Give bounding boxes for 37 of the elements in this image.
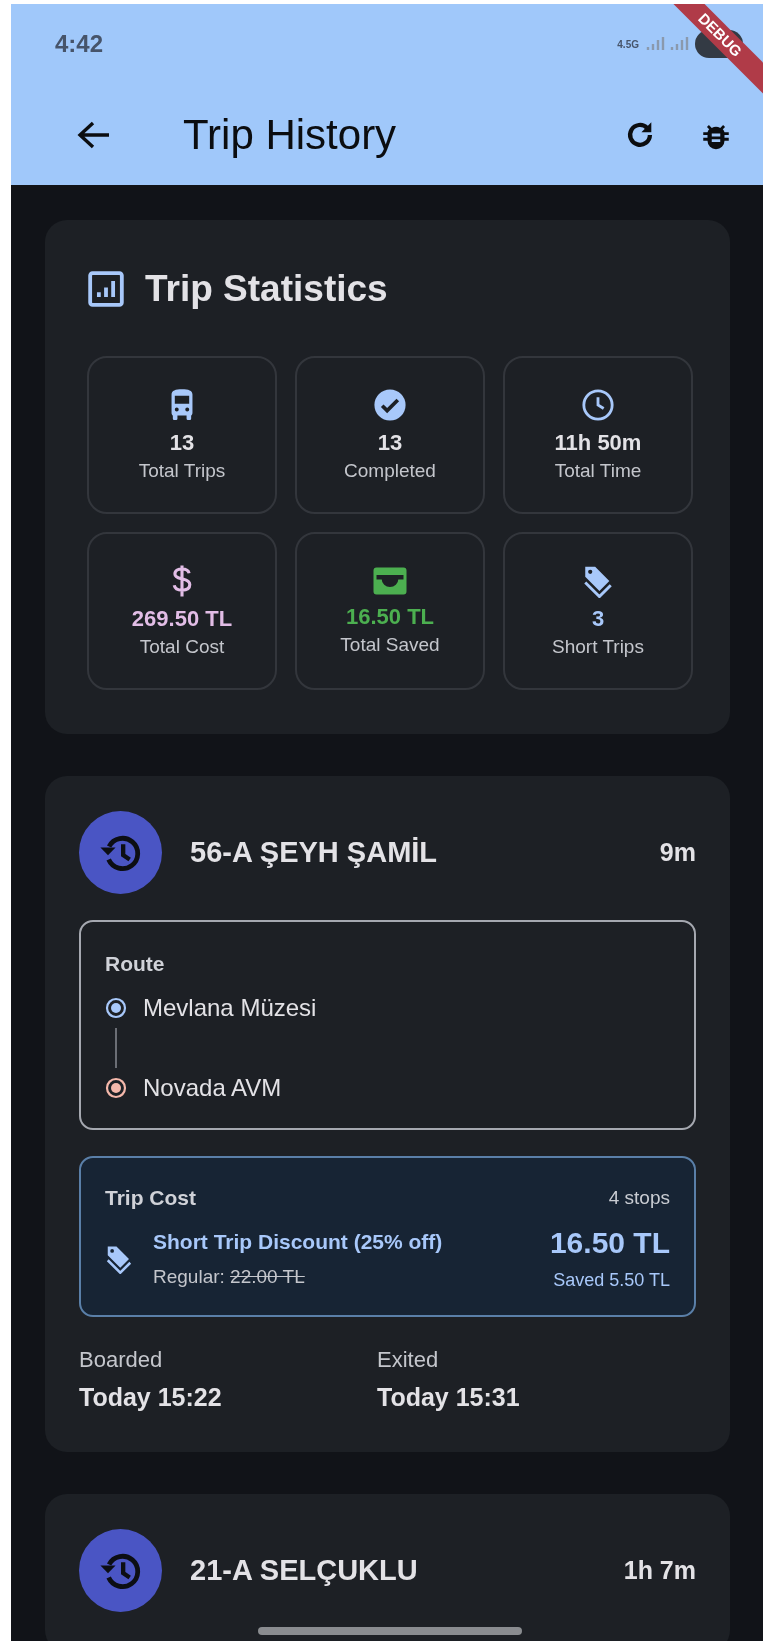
saved-amount: Saved 5.50 TL [553, 1270, 670, 1291]
exited-label: Exited [377, 1347, 440, 1373]
network-label: 4.5G [617, 38, 639, 50]
stat-value: 11h 50m [554, 430, 642, 456]
back-arrow-icon [77, 119, 111, 150]
stat-value: 13 [377, 430, 403, 456]
cost-title: Trip Cost [105, 1186, 196, 1210]
route-name: 21-A SELÇUKLU [190, 1554, 419, 1587]
stat-label: Total Time [554, 460, 642, 482]
stat-value: 16.50 TL [345, 604, 434, 630]
route-label: Route [105, 952, 166, 976]
boarded-time: Today 15:22 [79, 1383, 223, 1412]
trip-duration: 9m [659, 838, 696, 867]
status-time: 4:42 [55, 30, 104, 58]
stat-label: Total Trips [138, 460, 226, 482]
stat-value: 269.50 TL [131, 606, 233, 632]
stat-value: 3 [591, 606, 605, 632]
stat-label: Total Saved [340, 634, 440, 656]
boarded-label: Boarded [79, 1347, 164, 1373]
discount-label: Short Trip Discount (25% off) [153, 1229, 444, 1254]
stop-count: 4 stops [608, 1187, 670, 1209]
stat-value: 13 [169, 430, 195, 456]
exited-time: Today 15:31 [377, 1383, 521, 1412]
stat-label: Completed [344, 460, 436, 482]
trip-price: 16.50 TL [549, 1226, 670, 1260]
stat-label: Total Cost [139, 636, 225, 658]
stop-name: Novada AVM [143, 1074, 282, 1102]
route-name: 56-A ŞEYH ŞAMİL [190, 836, 439, 869]
app-bar-title: Trip History [183, 110, 398, 159]
stat-label: Short Trips [552, 636, 644, 658]
stop-name: Mevlana Müzesi [143, 994, 317, 1022]
signal-icon [645, 36, 665, 52]
bar-chart-icon [87, 270, 125, 308]
regular-price: Regular: 22.00 TL [153, 1265, 306, 1288]
card-title: Trip Statistics [145, 268, 388, 310]
trip-duration: 1h 7m [623, 1556, 696, 1585]
signal-icon [669, 36, 689, 52]
